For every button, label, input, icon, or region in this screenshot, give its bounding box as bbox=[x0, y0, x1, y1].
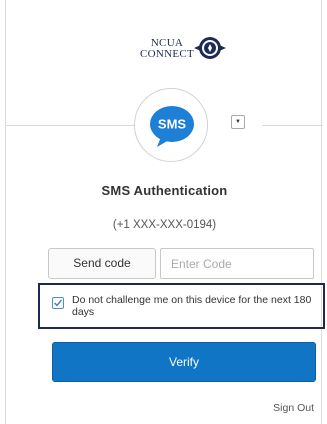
divider-right bbox=[262, 125, 323, 126]
caret-down-icon: ▼ bbox=[235, 119, 241, 125]
logo-text: NCUA CONNECT bbox=[137, 38, 197, 60]
page-title: SMS Authentication bbox=[101, 183, 228, 198]
remember-device-checkbox[interactable] bbox=[52, 297, 64, 309]
ncua-connect-logo: NCUA CONNECT bbox=[137, 37, 237, 68]
auth-card: NCUA CONNECT SMS ▼ SMS Authentication (+… bbox=[5, 0, 325, 424]
factor-dropdown-button[interactable]: ▼ bbox=[231, 115, 245, 129]
masked-phone-number: (+1 XXX-XXX-0194) bbox=[112, 219, 217, 231]
verify-button[interactable]: Verify bbox=[52, 342, 316, 382]
remember-device-label: Do not challenge me on this device for t… bbox=[72, 294, 312, 318]
send-code-button[interactable]: Send code bbox=[48, 248, 156, 279]
factor-icon-circle: SMS bbox=[134, 88, 208, 162]
checkmark-icon bbox=[54, 299, 63, 307]
verification-code-input[interactable] bbox=[160, 248, 314, 279]
ncua-seal-icon bbox=[194, 37, 226, 59]
divider-left bbox=[6, 125, 134, 126]
logo-line2: CONNECT bbox=[139, 48, 195, 60]
remember-device-highlight: Do not challenge me on this device for t… bbox=[38, 283, 325, 329]
sms-icon-label: SMS bbox=[158, 117, 187, 132]
sign-out-link[interactable]: Sign Out bbox=[6, 402, 314, 414]
sms-bubble-icon: SMS bbox=[150, 106, 194, 147]
